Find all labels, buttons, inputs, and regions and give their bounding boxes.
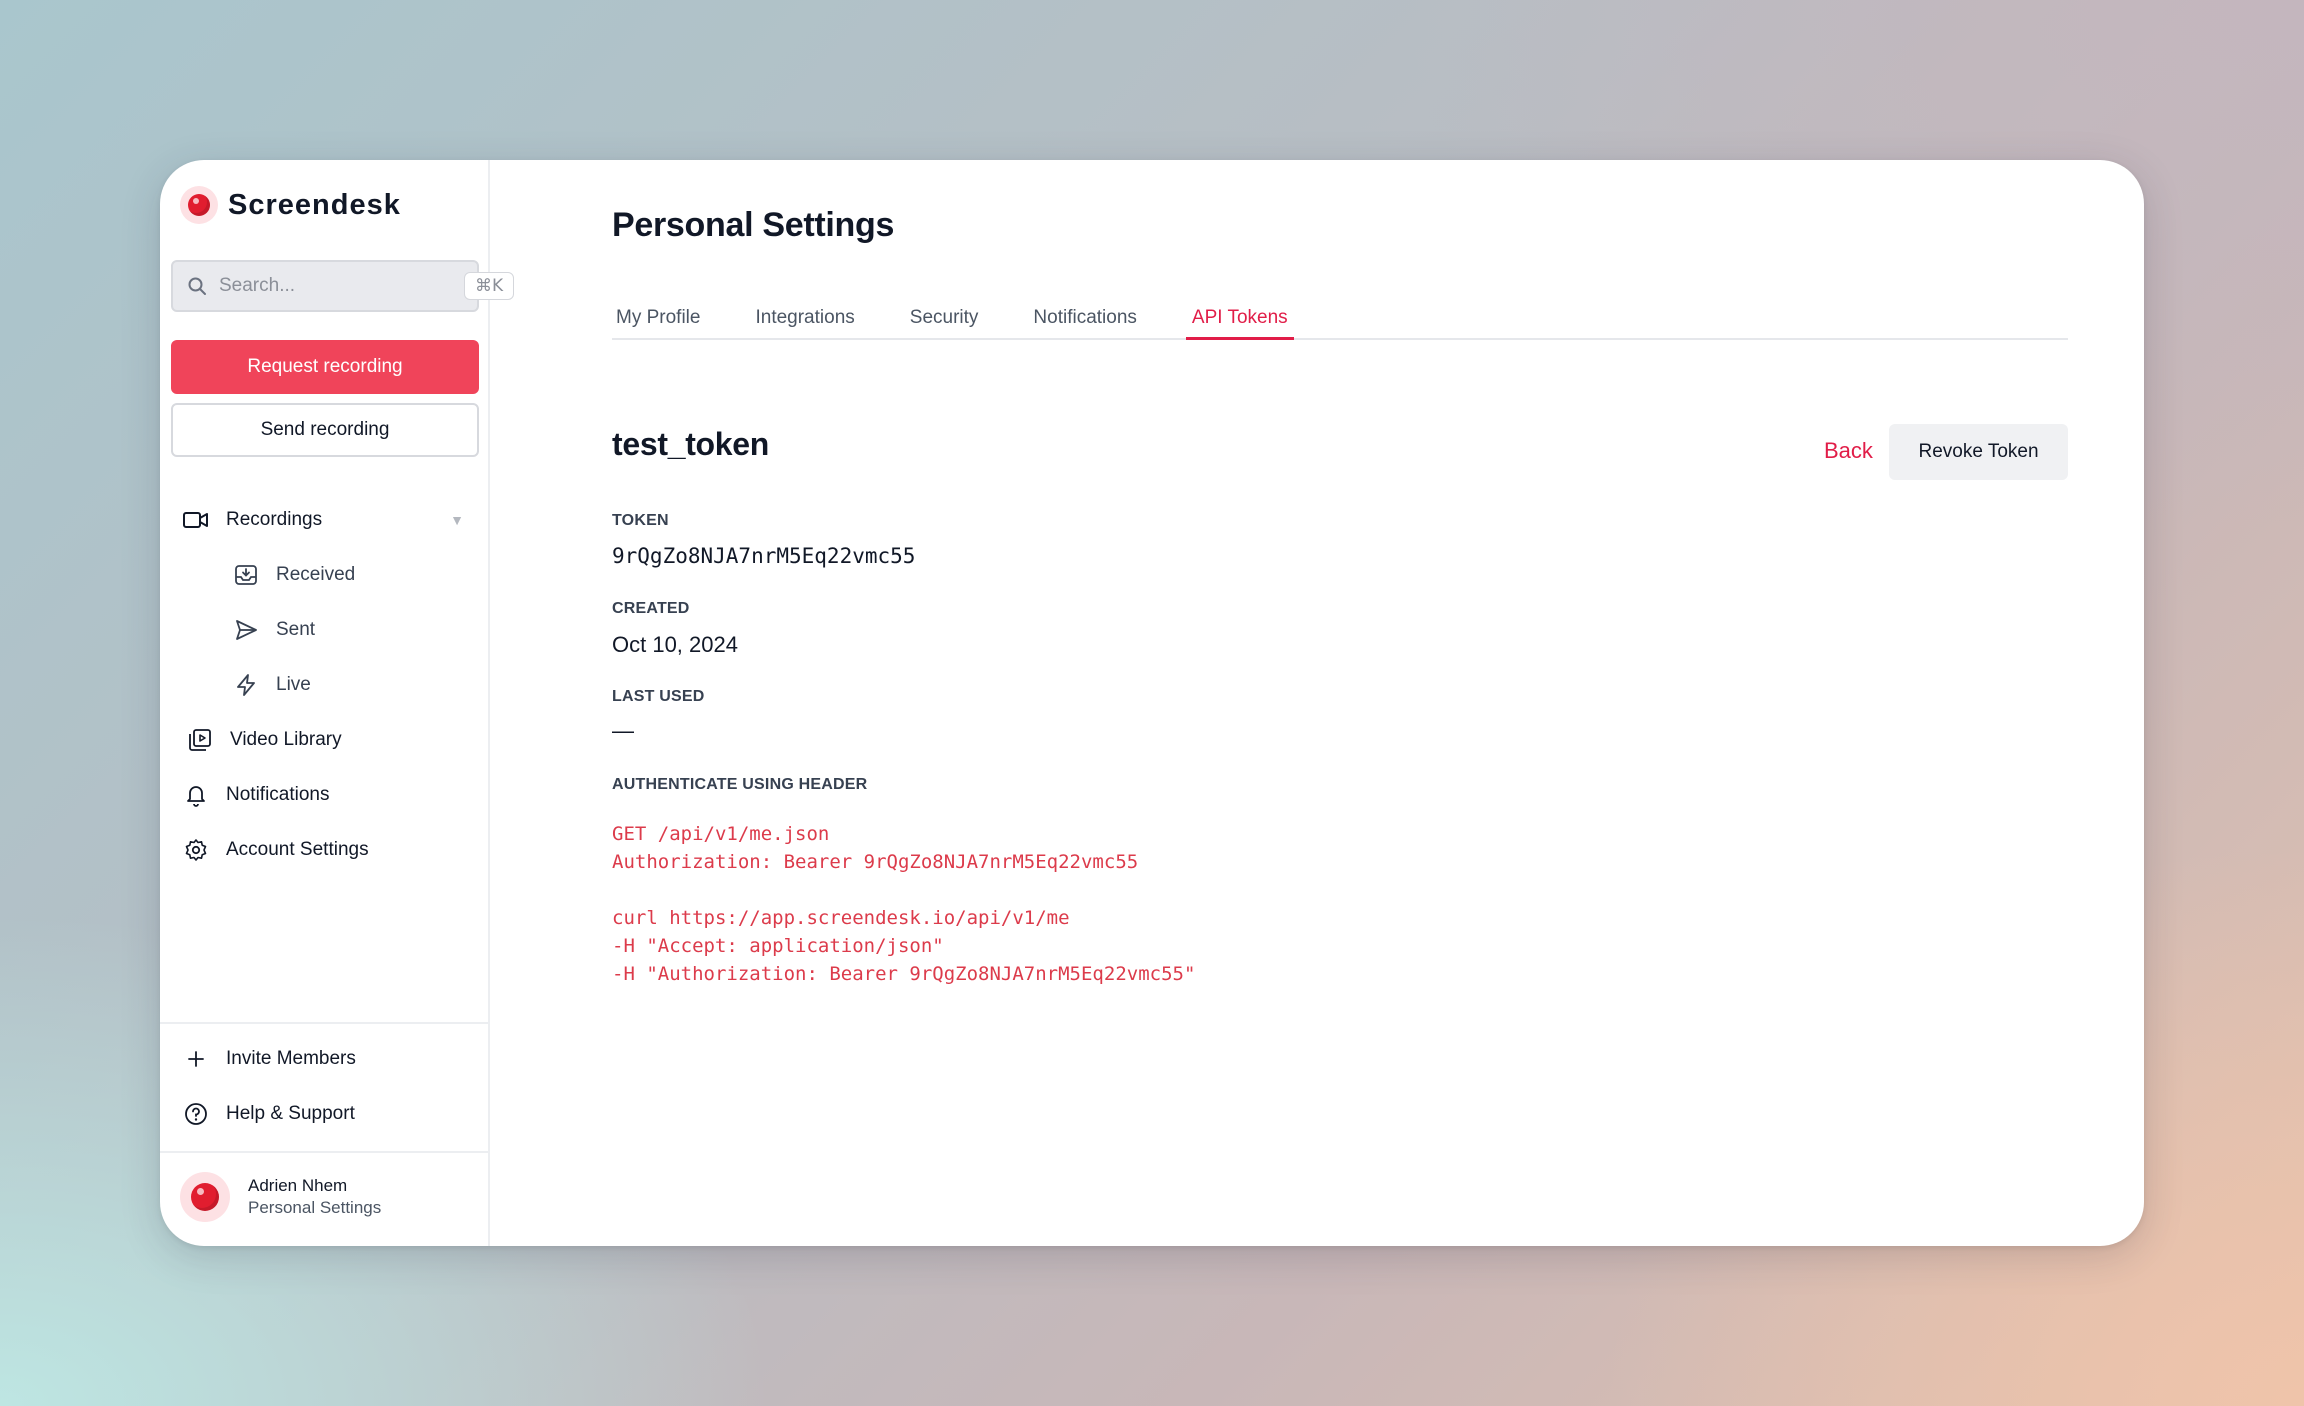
tab-notifications[interactable]: Notifications [1027,288,1143,338]
inbox-icon [232,561,260,589]
last-used-value: — [612,718,634,743]
settings-tabs: My Profile Integrations Security Notific… [612,288,2068,340]
brand-name: Screendesk [228,188,401,221]
sidebar-item-video-library[interactable]: Video Library [160,712,488,767]
video-library-icon [186,726,214,754]
lightning-icon [232,671,260,699]
sidebar-item-label: Account Settings [226,838,369,860]
brand[interactable]: Screendesk [180,186,401,224]
video-camera-icon [182,506,210,534]
plus-icon [182,1045,210,1073]
tab-my-profile[interactable]: My Profile [610,288,706,338]
bell-icon [182,781,210,809]
screendesk-logo-icon [180,186,218,224]
last-used-label: LAST USED [612,688,705,705]
request-recording-button[interactable]: Request recording [171,340,479,394]
sidebar-item-invite-members[interactable]: Invite Members [160,1031,488,1086]
code-line: -H "Authorization: Bearer 9rQgZo8NJA7nrM… [612,963,1196,985]
sidebar-item-help-support[interactable]: Help & Support [160,1086,488,1141]
main-content: Personal Settings My Profile Integration… [490,160,2144,1246]
sidebar-divider [160,1022,488,1024]
sidebar-item-recordings[interactable]: Recordings ▼ [160,492,488,547]
sidebar-item-label: Live [276,673,311,695]
gear-icon [182,836,210,864]
token-value: 9rQgZo8NJA7nrM5Eq22vmc55 [612,544,916,568]
sidebar-item-label: Invite Members [226,1047,356,1069]
sidebar-item-sent[interactable]: Sent [160,602,488,657]
token-name: test_token [612,426,770,462]
user-subtitle: Personal Settings [248,1198,382,1217]
send-recording-button[interactable]: Send recording [171,403,479,457]
sidebar-item-label: Sent [276,618,316,640]
search-icon [187,276,207,296]
back-link[interactable]: Back [1824,438,1873,464]
code-line: Authorization: Bearer 9rQgZo8NJA7nrM5Eq2… [612,851,1139,873]
sidebar-item-label: Recordings [226,508,323,530]
token-label: TOKEN [612,512,669,529]
created-label: CREATED [612,600,690,617]
code-snippet[interactable]: GET /api/v1/me.json Authorization: Bearer… [612,820,1195,988]
tab-security[interactable]: Security [904,288,985,338]
sidebar-item-notifications[interactable]: Notifications [160,767,488,822]
sidebar-item-label: Received [276,563,356,585]
send-icon [232,616,260,644]
created-value: Oct 10, 2024 [612,632,738,657]
revoke-token-button[interactable]: Revoke Token [1889,424,2068,480]
search-input[interactable] [219,275,464,297]
code-line: GET /api/v1/me.json [612,823,830,845]
sidebar-item-account-settings[interactable]: Account Settings [160,822,488,877]
avatar [180,1172,230,1222]
sidebar-bottom-nav: Invite Members Help & Support [160,1031,488,1141]
app-window: Screendesk ⌘K Request recording Send rec… [160,160,2144,1246]
sidebar-item-received[interactable]: Received [160,547,488,602]
sidebar-item-label: Video Library [230,728,342,750]
user-profile[interactable]: Adrien Nhem Personal Settings [180,1172,381,1222]
sidebar-nav: Recordings ▼ Received Sent Live Video Li… [160,492,488,877]
code-line: -H "Accept: application/json" [612,935,944,957]
sidebar-divider [160,1151,488,1153]
search-box[interactable]: ⌘K [171,260,515,312]
sidebar-item-label: Notifications [226,783,330,805]
tab-api-tokens[interactable]: API Tokens [1185,288,1294,340]
page-title: Personal Settings [612,206,895,244]
chevron-down-icon[interactable]: ▼ [450,512,464,528]
sidebar-item-live[interactable]: Live [160,657,488,712]
sidebar-item-label: Help & Support [226,1102,355,1124]
help-circle-icon [182,1100,210,1128]
sidebar: Screendesk ⌘K Request recording Send rec… [160,160,515,1246]
code-line: curl https://app.screendesk.io/api/v1/me [612,907,1070,929]
tab-integrations[interactable]: Integrations [749,288,860,338]
auth-header-label: AUTHENTICATE USING HEADER [612,776,868,793]
user-name: Adrien Nhem [248,1176,348,1195]
